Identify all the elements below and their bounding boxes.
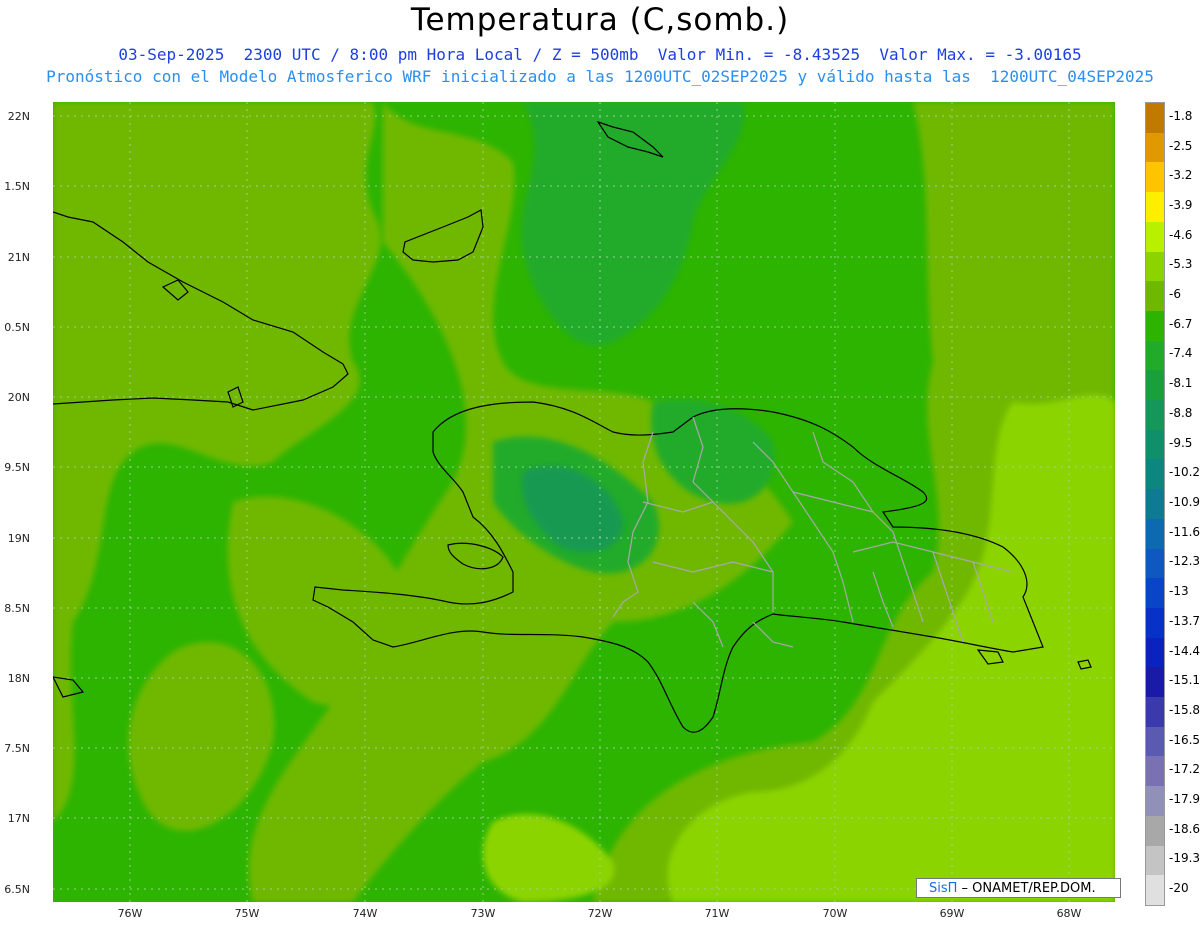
ytick-label: 21N bbox=[7, 251, 30, 264]
colorbar-label: -17.2 bbox=[1169, 762, 1200, 777]
colorbar-label: -10.9 bbox=[1169, 495, 1200, 509]
colorbar-segment bbox=[1146, 400, 1164, 431]
ytick-label: 19N bbox=[7, 532, 30, 545]
ytick-label: 1.5N bbox=[4, 180, 30, 193]
colorbar-segment bbox=[1146, 756, 1164, 787]
colorbar-label: -8.1 bbox=[1169, 376, 1193, 391]
colorbar-label: -12.3 bbox=[1169, 554, 1200, 569]
colorbar-segment bbox=[1146, 251, 1164, 282]
ytick-label: 7.5N bbox=[4, 742, 30, 755]
colorbar-segment bbox=[1146, 310, 1164, 342]
colorbar-segment bbox=[1146, 221, 1164, 253]
ytick-label: 17N bbox=[7, 812, 30, 825]
colorbar-label: -10.2 bbox=[1169, 465, 1200, 480]
colorbar-label: -17.9 bbox=[1169, 792, 1200, 807]
colorbar-label: -4.6 bbox=[1169, 227, 1193, 242]
colorbar-segment bbox=[1146, 786, 1164, 817]
colorbar-segment bbox=[1146, 281, 1164, 312]
ytick-label: 18N bbox=[7, 672, 30, 685]
credit-box: SisΠ – ONAMET/REP.DOM. bbox=[916, 878, 1121, 898]
colorbar-label: -18.6 bbox=[1169, 821, 1200, 836]
colorbar-label: -3.2 bbox=[1169, 168, 1193, 183]
xtick-label: 74W bbox=[352, 907, 378, 920]
colorbar-segment bbox=[1146, 815, 1164, 847]
colorbar-segment bbox=[1146, 132, 1164, 163]
credit-text: – ONAMET/REP.DOM. bbox=[957, 881, 1096, 896]
brand-logo-text: SisΠ bbox=[929, 881, 958, 896]
colorbar-label: -13.7 bbox=[1169, 613, 1200, 628]
colorbar-segment bbox=[1146, 697, 1164, 728]
colorbar-label: -7.4 bbox=[1169, 346, 1193, 361]
colorbar-label: -16.5 bbox=[1169, 732, 1200, 747]
colorbar-label: -13 bbox=[1169, 584, 1189, 599]
colorbar bbox=[1145, 102, 1165, 906]
subtitle-run-info: 03-Sep-2025 2300 UTC / 8:00 pm Hora Loca… bbox=[118, 45, 1082, 64]
colorbar-label: -20 bbox=[1169, 881, 1189, 896]
colorbar-segment bbox=[1146, 637, 1164, 668]
ytick-label: 6.5N bbox=[4, 883, 30, 896]
xtick-label: 71W bbox=[704, 907, 730, 920]
colorbar-segment bbox=[1146, 103, 1164, 134]
colorbar-label: -15.8 bbox=[1169, 702, 1200, 717]
colorbar-segment bbox=[1146, 340, 1164, 371]
colorbar-segment bbox=[1146, 518, 1164, 550]
colorbar-label: -14.4 bbox=[1169, 643, 1200, 658]
xtick-label: 76W bbox=[117, 907, 143, 920]
chart-title: Temperatura (C,somb.) bbox=[410, 2, 790, 38]
xtick-label: 70W bbox=[822, 907, 848, 920]
colorbar-label: -2.5 bbox=[1169, 138, 1193, 153]
colorbar-label: -5.3 bbox=[1169, 257, 1193, 272]
colorbar-segment bbox=[1146, 607, 1164, 639]
colorbar-label: -6.7 bbox=[1169, 316, 1193, 331]
ytick-label: 9.5N bbox=[4, 461, 30, 474]
colorbar-label: -1.8 bbox=[1169, 108, 1193, 123]
colorbar-segment bbox=[1146, 726, 1164, 757]
colorbar-segment bbox=[1146, 578, 1164, 609]
colorbar-label: -11.6 bbox=[1169, 524, 1200, 539]
colorbar-label: -3.9 bbox=[1169, 197, 1193, 212]
colorbar-label: -9.5 bbox=[1169, 435, 1193, 450]
colorbar-segment bbox=[1146, 459, 1164, 490]
xtick-label: 75W bbox=[234, 907, 260, 920]
colorbar-segment bbox=[1146, 875, 1164, 906]
xtick-label: 68W bbox=[1056, 907, 1082, 920]
colorbar-segment bbox=[1146, 429, 1164, 460]
colorbar-label: -8.8 bbox=[1169, 405, 1193, 420]
xtick-label: 69W bbox=[939, 907, 965, 920]
colorbar-segment bbox=[1146, 548, 1164, 579]
xtick-label: 72W bbox=[587, 907, 613, 920]
temperature-map bbox=[53, 102, 1115, 902]
ytick-label: 8.5N bbox=[4, 602, 30, 615]
subtitle-model-info: Pronóstico con el Modelo Atmosferico WRF… bbox=[46, 67, 1154, 86]
colorbar-segment bbox=[1146, 667, 1164, 698]
colorbar-segment bbox=[1146, 162, 1164, 193]
ytick-label: 20N bbox=[7, 391, 30, 404]
xtick-label: 73W bbox=[470, 907, 496, 920]
ytick-label: 22N bbox=[7, 110, 30, 123]
colorbar-label: -6 bbox=[1169, 287, 1181, 302]
colorbar-label: -15.1 bbox=[1169, 673, 1200, 688]
ytick-label: 0.5N bbox=[4, 321, 30, 334]
colorbar-segment bbox=[1146, 192, 1164, 223]
colorbar-segment bbox=[1146, 489, 1164, 520]
colorbar-segment bbox=[1146, 845, 1164, 876]
colorbar-segment bbox=[1146, 370, 1164, 401]
colorbar-label: -19.3 bbox=[1169, 851, 1200, 866]
